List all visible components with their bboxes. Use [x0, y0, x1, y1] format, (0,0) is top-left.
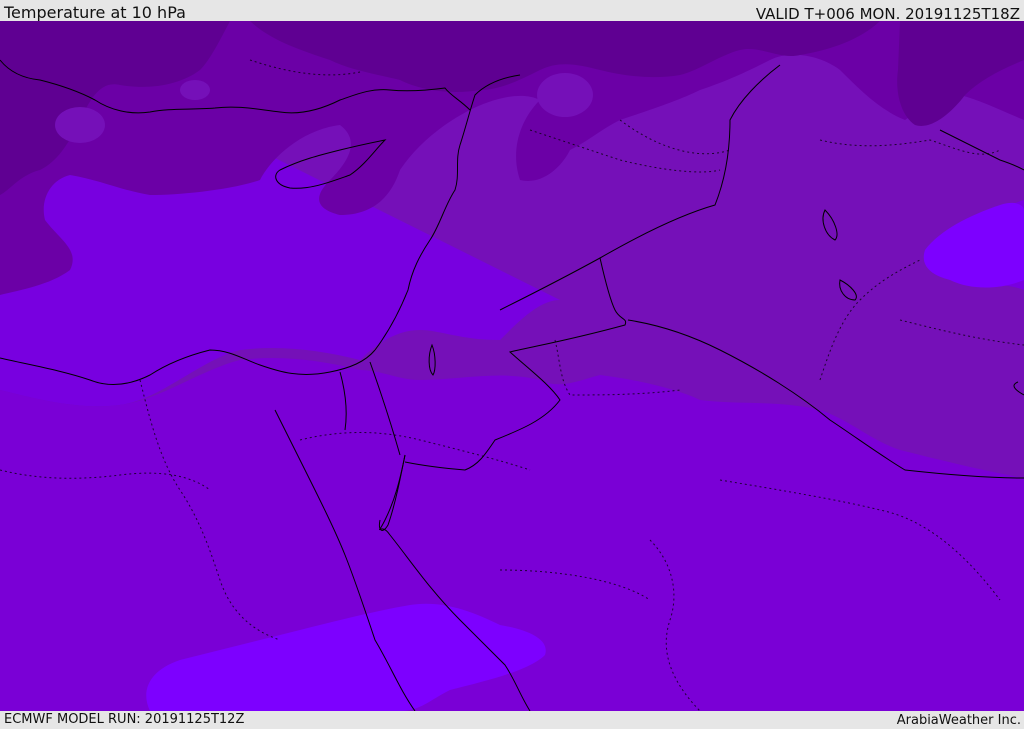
model-run: ECMWF MODEL RUN: 20191125T12Z	[4, 712, 245, 727]
header-bar: Temperature at 10 hPa VALID T+006 MON. 2…	[0, 0, 1024, 23]
temperature-blob-small2	[180, 80, 210, 100]
footer-bar: ECMWF MODEL RUN: 20191125T12Z ArabiaWeat…	[0, 711, 1024, 729]
temperature-map	[0, 21, 1024, 711]
credit-text: ArabiaWeather Inc.	[896, 713, 1021, 728]
temperature-blob-small3	[537, 73, 593, 117]
temperature-blob-small1	[55, 107, 105, 143]
map-title: Temperature at 10 hPa	[4, 3, 186, 22]
